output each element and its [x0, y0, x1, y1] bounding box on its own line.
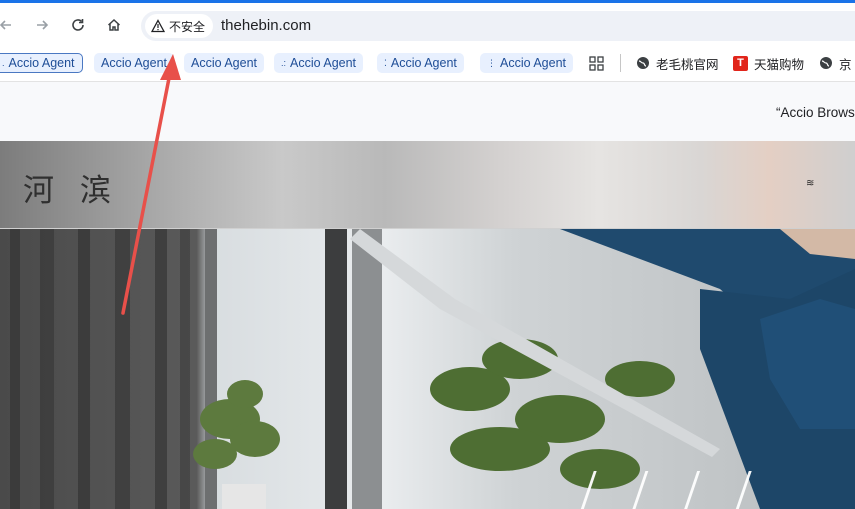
menu-icon[interactable]: ≋	[806, 178, 814, 189]
bookmark-tmall[interactable]: T 天猫购物	[733, 53, 804, 73]
bookmark-laomaotao[interactable]: 老毛桃官网	[636, 53, 719, 73]
web-page: “Accio Brows 河 滨 ≋ / / / /	[0, 81, 855, 509]
browser-toolbar: 不安全 thehebin.com	[0, 3, 855, 47]
bookmarks-separator	[620, 54, 621, 72]
bookmark-label: Accio Agent	[101, 56, 168, 70]
reload-icon	[72, 19, 84, 31]
home-icon	[107, 18, 121, 31]
bookmark-label: 京	[839, 57, 852, 72]
back-arrow-icon	[0, 20, 11, 30]
bookmark-label: Accio Agent	[390, 56, 457, 70]
bookmark-label: Accio Agent	[290, 56, 357, 70]
bookmark-jd[interactable]: 京	[819, 53, 852, 73]
bookmark-favicon: .	[2, 58, 5, 68]
address-bar[interactable]: 不安全 thehebin.com	[141, 11, 855, 41]
bookmark-accio-agent-3[interactable]: Accio Agent	[184, 53, 265, 73]
security-label: 不安全	[169, 19, 206, 34]
forward-button[interactable]	[28, 11, 56, 39]
bookmark-accio-agent-5[interactable]: ⁚ Accio Agent	[377, 53, 464, 73]
bookmark-accio-agent-6[interactable]: ⋮ Accio Agent	[480, 53, 574, 73]
globe-icon	[820, 57, 832, 69]
bookmark-favicon: ⁚	[384, 57, 387, 68]
tmall-icon: T	[733, 55, 748, 71]
hero-image: / / / /	[0, 228, 855, 509]
bookmark-label: Accio Agent	[500, 56, 567, 70]
reload-button[interactable]	[64, 11, 92, 39]
url-text[interactable]: thehebin.com	[221, 17, 311, 34]
bookmark-favicon: .:	[281, 58, 287, 68]
site-header: 河 滨 ≋	[0, 141, 855, 228]
apps-button[interactable]	[589, 53, 604, 73]
site-logo[interactable]: 河 滨	[23, 165, 119, 210]
apps-grid-icon	[589, 55, 604, 71]
home-button[interactable]	[100, 11, 128, 39]
banner-text: “Accio Brows	[776, 105, 855, 120]
info-banner: “Accio Brows	[0, 81, 855, 142]
bookmark-label: 老毛桃官网	[656, 57, 719, 72]
bookmark-accio-agent-2[interactable]: Accio Agent	[94, 53, 175, 73]
bookmarks-bar: . Accio Agent Accio Agent Accio Agent .:…	[0, 47, 855, 81]
back-button[interactable]	[0, 11, 20, 39]
bookmark-label: Accio Agent	[191, 56, 258, 70]
security-chip[interactable]: 不安全	[145, 14, 214, 38]
bookmark-favicon: ⋮	[487, 57, 496, 68]
bookmark-label: 天猫购物	[754, 57, 805, 72]
svg-text:/ / / /: / / / /	[580, 458, 762, 509]
bookmark-accio-agent-4[interactable]: .: Accio Agent	[274, 53, 364, 73]
globe-icon	[637, 57, 649, 69]
bookmark-label: Accio Agent	[8, 56, 75, 70]
forward-arrow-icon	[37, 20, 49, 30]
warning-triangle-icon	[151, 19, 165, 33]
bookmark-accio-agent-1[interactable]: . Accio Agent	[0, 53, 83, 73]
